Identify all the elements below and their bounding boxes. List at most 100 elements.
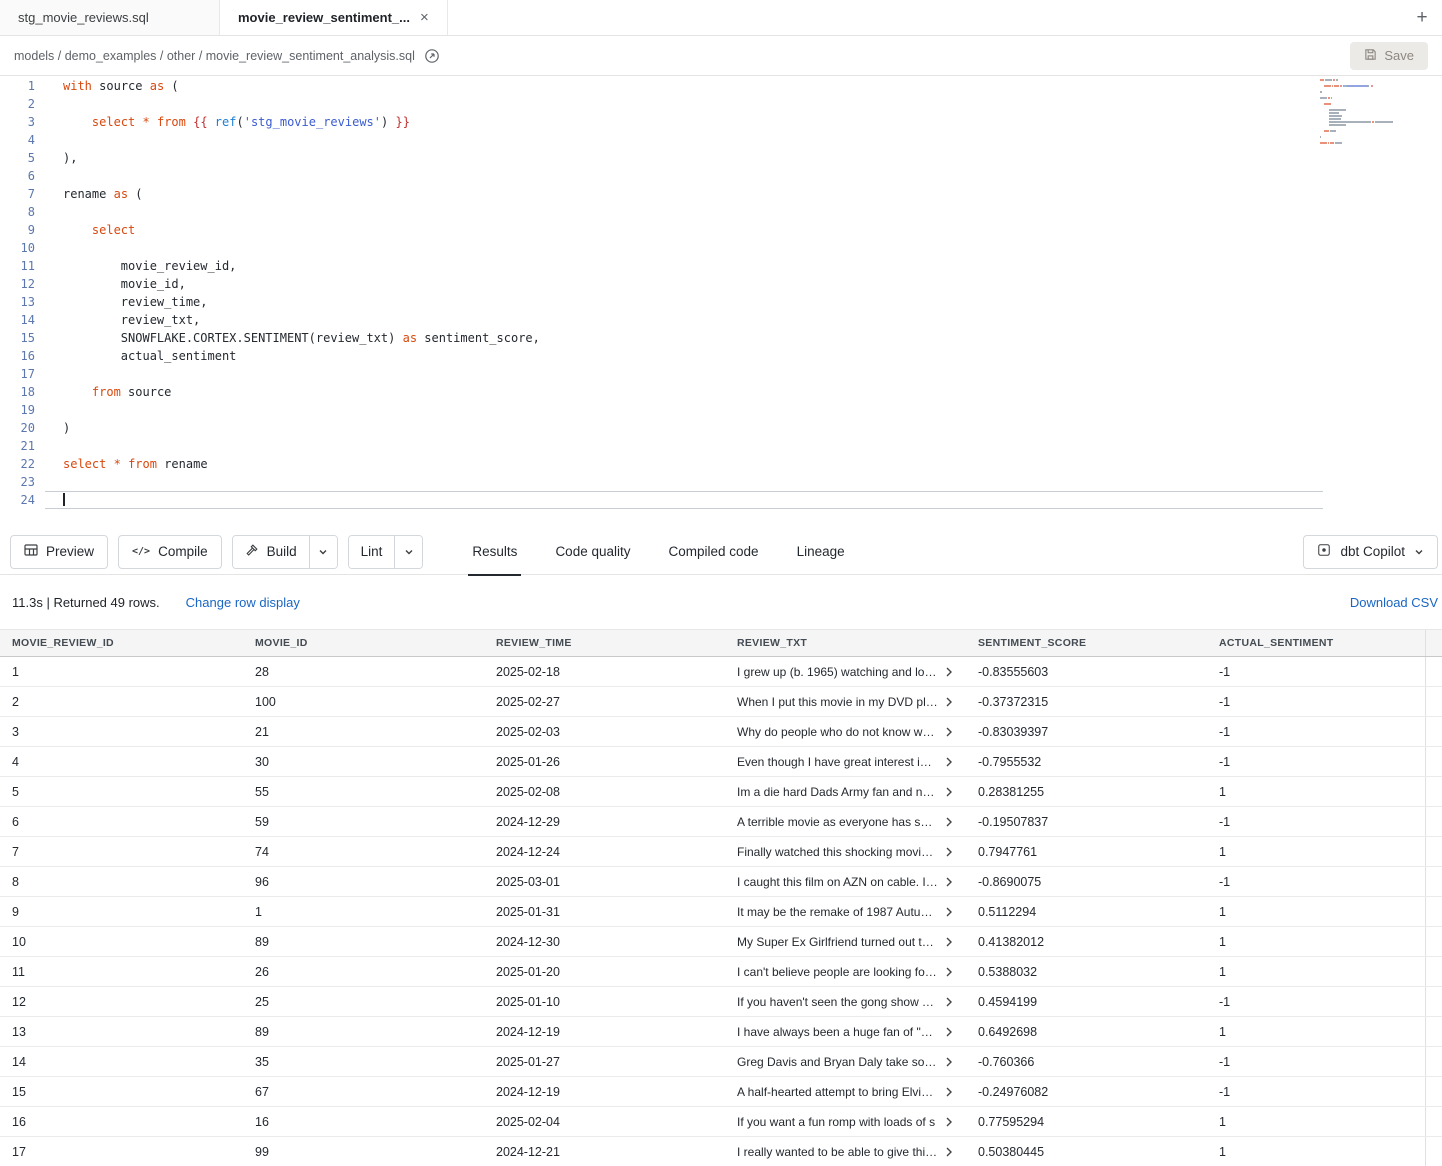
code-line[interactable]: 20) [0,419,1442,437]
tab-stg-movie-reviews[interactable]: stg_movie_reviews.sql [0,0,220,35]
table-row: 10892024-12-30My Super Ex Girlfriend tur… [0,927,1442,957]
expand-cell-icon[interactable] [944,1117,954,1127]
code-line[interactable]: 24 [0,491,1442,509]
new-tab-button[interactable]: + [1402,0,1442,35]
code-editor[interactable]: 1with source as (23 select * from {{ ref… [0,76,1442,529]
expand-cell-icon[interactable] [944,877,954,887]
code-line[interactable]: 21 [0,437,1442,455]
lint-button[interactable]: Lint [349,536,395,568]
cell-value: -0.19507837 [966,815,1207,829]
expand-cell-icon[interactable] [944,787,954,797]
results-table-header: MOVIE_REVIEW_IDMOVIE_IDREVIEW_TIMEREVIEW… [0,629,1442,657]
cell-value: -0.83039397 [966,725,1207,739]
cell-value: 0.77595294 [966,1115,1207,1129]
cell-value: 1 [1207,927,1426,956]
tab-compiled-code[interactable]: Compiled code [665,529,763,575]
file-status-icon[interactable] [424,48,440,64]
code-line[interactable]: 7rename as ( [0,185,1442,203]
code-line[interactable]: 5), [0,149,1442,167]
cell-value: -1 [1207,717,1426,746]
table-row: 15672024-12-19A half-hearted attempt to … [0,1077,1442,1107]
cell-value: 35 [243,1055,484,1069]
download-csv-link[interactable]: Download CSV [1350,595,1438,610]
expand-cell-icon[interactable] [944,847,954,857]
expand-cell-icon[interactable] [944,997,954,1007]
code-line[interactable]: 17 [0,365,1442,383]
line-number: 23 [0,473,45,491]
cell-value: My Super Ex Girlfriend turned out to b [737,935,938,949]
expand-cell-icon[interactable] [944,757,954,767]
tab-results[interactable]: Results [468,529,521,575]
code-line[interactable]: 23 [0,473,1442,491]
lint-options-button[interactable] [394,536,422,568]
cell-value: 100 [243,695,484,709]
expand-cell-icon[interactable] [944,697,954,707]
cell-value: I really wanted to be able to give this … [737,1145,938,1159]
save-button[interactable]: Save [1350,42,1428,70]
expand-cell-icon[interactable] [944,1027,954,1037]
code-icon: </> [132,546,150,557]
chevron-down-icon [1414,547,1424,557]
chevron-down-icon [318,547,328,557]
table-row: 6592024-12-29A terrible movie as everyon… [0,807,1442,837]
change-row-display-link[interactable]: Change row display [186,595,300,610]
build-button[interactable]: Build [233,536,309,568]
cell-value: 2025-02-08 [484,785,725,799]
code-line[interactable]: 6 [0,167,1442,185]
code-line[interactable]: 8 [0,203,1442,221]
expand-cell-icon[interactable] [944,667,954,677]
plus-icon: + [1416,7,1427,29]
code-line[interactable]: 13 review_time, [0,293,1442,311]
code-line[interactable]: 14 review_txt, [0,311,1442,329]
expand-cell-icon[interactable] [944,817,954,827]
code-line[interactable]: 16 actual_sentiment [0,347,1442,365]
review-text-cell: I have always been a huge fan of "Hom [725,1025,966,1039]
cell-value: 0.50380445 [966,1145,1207,1159]
expand-cell-icon[interactable] [944,1057,954,1067]
cell-value: -1 [1207,747,1426,776]
tab-movie-review-sentiment-analysis[interactable]: movie_review_sentiment_... × [220,0,448,35]
tab-lineage[interactable]: Lineage [793,529,849,575]
close-icon[interactable]: × [420,10,429,25]
dbt-copilot-button[interactable]: dbt Copilot [1303,535,1438,569]
cell-value: 0.28381255 [966,785,1207,799]
cell-value: 0.7947761 [966,845,1207,859]
code-line[interactable]: 19 [0,401,1442,419]
expand-cell-icon[interactable] [944,907,954,917]
cell-value: 2025-01-20 [484,965,725,979]
expand-cell-icon[interactable] [944,1147,954,1157]
code-line[interactable]: 15 SNOWFLAKE.CORTEX.SENTIMENT(review_txt… [0,329,1442,347]
cell-value: 1 [1207,1137,1426,1166]
code-line[interactable]: 9 select [0,221,1442,239]
code-line[interactable]: 11 movie_review_id, [0,257,1442,275]
code-line[interactable]: 10 [0,239,1442,257]
review-text-cell: I can't believe people are looking for a [725,965,966,979]
line-number: 20 [0,419,45,437]
code-line[interactable]: 22select * from rename [0,455,1442,473]
expand-cell-icon[interactable] [944,967,954,977]
compile-label: Compile [158,544,208,559]
review-text-cell: Greg Davis and Bryan Daly take some [725,1055,966,1069]
code-line[interactable]: 12 movie_id, [0,275,1442,293]
expand-cell-icon[interactable] [944,727,954,737]
tab-label: stg_movie_reviews.sql [18,10,149,25]
code-line[interactable]: 4 [0,131,1442,149]
tab-code-quality[interactable]: Code quality [551,529,634,575]
expand-cell-icon[interactable] [944,1087,954,1097]
build-options-button[interactable] [309,536,337,568]
cell-value: 2025-03-01 [484,875,725,889]
cell-value: 2025-01-26 [484,755,725,769]
cell-value: 30 [243,755,484,769]
line-number: 13 [0,293,45,311]
code-line[interactable]: 2 [0,95,1442,113]
minimap[interactable] [1320,79,1400,151]
column-header-review_txt: REVIEW_TXT [725,637,966,649]
cell-value: 89 [243,1025,484,1039]
preview-button[interactable]: Preview [10,535,108,569]
code-line[interactable]: 18 from source [0,383,1442,401]
expand-cell-icon[interactable] [944,937,954,947]
compile-button[interactable]: </> Compile [118,535,222,569]
code-line[interactable]: 1with source as ( [0,77,1442,95]
table-row: 912025-01-31It may be the remake of 1987… [0,897,1442,927]
code-line[interactable]: 3 select * from {{ ref('stg_movie_review… [0,113,1442,131]
